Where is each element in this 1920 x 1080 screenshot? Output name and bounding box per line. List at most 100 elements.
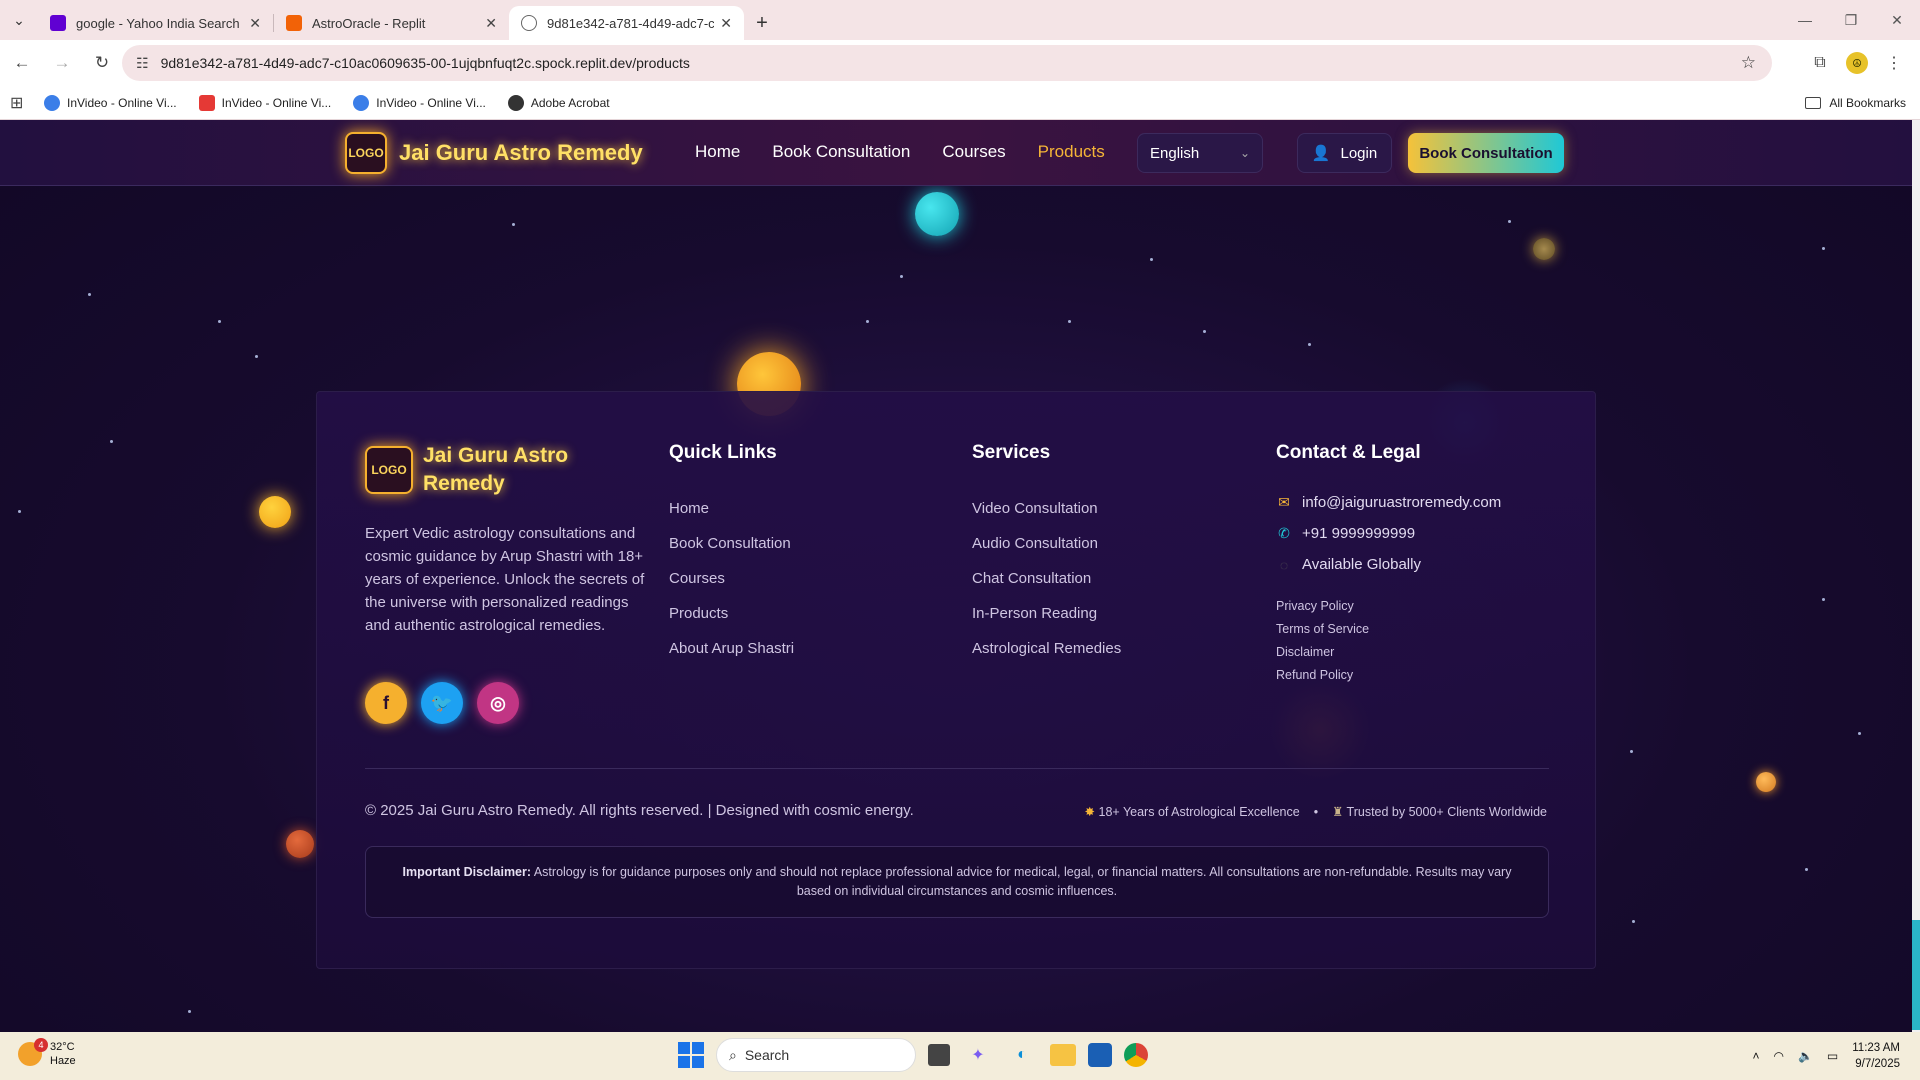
copyright-text: © 2025 Jai Guru Astro Remedy. All rights…: [365, 802, 914, 819]
footer-link-home[interactable]: Home: [669, 500, 794, 517]
contact-column: Contact & Legal ✉ info@jaiguruastroremedy…: [1276, 442, 1501, 682]
browser-tab-active[interactable]: 9d81e342-a781-4d49-adc7-c10 ✕: [509, 6, 744, 40]
legal-link-terms[interactable]: Terms of Service: [1276, 622, 1501, 636]
edge-icon[interactable]: ◐: [1006, 1039, 1038, 1071]
footer-link-courses[interactable]: Courses: [669, 570, 794, 587]
footer-link-about[interactable]: About Arup Shastri: [669, 640, 794, 657]
battery-icon[interactable]: ▭: [1827, 1049, 1838, 1063]
service-link-audio[interactable]: Audio Consultation: [972, 535, 1121, 552]
quick-links-heading: Quick Links: [669, 442, 777, 463]
badge-separator: •: [1313, 804, 1319, 819]
back-icon[interactable]: ←: [4, 45, 40, 81]
chevron-up-icon[interactable]: ˄: [1752, 1049, 1759, 1063]
star-decoration: [110, 440, 113, 443]
browser-toolbar: ← → ↻ ☷ 9d81e342-a781-4d49-adc7-c10ac060…: [0, 40, 1920, 86]
copilot-icon[interactable]: ✦: [962, 1039, 994, 1071]
store-icon[interactable]: [1088, 1043, 1112, 1067]
web-page: LOGO Jai Guru Astro Remedy Home Book Con…: [0, 120, 1912, 1032]
browser-tab-yahoo[interactable]: google - Yahoo India Search Re ✕: [38, 6, 273, 40]
twitter-icon[interactable]: 🐦: [421, 682, 463, 724]
bookmark-item[interactable]: InVideo - Online Vi...: [44, 94, 177, 111]
service-link-video[interactable]: Video Consultation: [972, 500, 1121, 517]
trophy-icon: ♜: [1332, 805, 1344, 819]
minimize-icon[interactable]: —: [1782, 0, 1828, 40]
site-info-icon[interactable]: ☷: [136, 55, 149, 72]
instagram-icon[interactable]: ◎: [477, 682, 519, 724]
star-decoration: [900, 275, 903, 278]
close-tab-icon[interactable]: ✕: [485, 15, 497, 32]
site-brand[interactable]: LOGO Jai Guru Astro Remedy: [345, 132, 643, 174]
bookmarks-bar: ⊞ InVideo - Online Vi... InVideo - Onlin…: [0, 86, 1920, 120]
footer-link-products[interactable]: Products: [669, 605, 794, 622]
service-link-in-person[interactable]: In-Person Reading: [972, 605, 1121, 622]
bookmark-label: InVideo - Online Vi...: [376, 95, 486, 110]
restore-icon[interactable]: ❐: [1828, 0, 1874, 40]
profile-avatar-icon[interactable]: ☮: [1846, 52, 1868, 74]
star-decoration: [218, 320, 221, 323]
extensions-icon[interactable]: ⧉: [1802, 45, 1838, 81]
forward-icon[interactable]: →: [44, 45, 80, 81]
bookmark-star-icon[interactable]: ☆: [1741, 53, 1756, 73]
clock[interactable]: 11:23 AM 9/7/2025: [1852, 1040, 1900, 1072]
bookmark-item[interactable]: Adobe Acrobat: [507, 94, 610, 111]
login-label: Login: [1340, 144, 1378, 162]
login-button[interactable]: 👤 Login: [1297, 133, 1392, 173]
phone-text: +91 9999999999: [1302, 525, 1416, 542]
phone-icon: ✆: [1278, 525, 1290, 541]
language-value: English: [1150, 144, 1200, 162]
new-tab-button[interactable]: +: [744, 6, 780, 40]
legal-link-disclaimer[interactable]: Disclaimer: [1276, 645, 1501, 659]
language-select[interactable]: English ⌄: [1137, 133, 1263, 173]
all-bookmarks-button[interactable]: All Bookmarks: [1805, 96, 1906, 110]
service-link-remedies[interactable]: Astrological Remedies: [972, 640, 1121, 657]
scrollbar-thumb[interactable]: [1912, 920, 1920, 1030]
volume-icon[interactable]: 🔈: [1798, 1049, 1813, 1063]
nav-courses[interactable]: Courses: [942, 142, 1005, 162]
star-decoration: [1632, 920, 1635, 923]
apps-grid-icon[interactable]: ⊞: [10, 93, 30, 113]
nav-book-consultation[interactable]: Book Consultation: [772, 142, 910, 162]
service-link-chat[interactable]: Chat Consultation: [972, 570, 1121, 587]
tab-search-icon[interactable]: ⌄: [0, 0, 38, 40]
taskbar-search[interactable]: ⌕ Search: [716, 1038, 916, 1072]
footer-link-book-consultation[interactable]: Book Consultation: [669, 535, 794, 552]
legal-link-refund[interactable]: Refund Policy: [1276, 668, 1501, 682]
close-tab-icon[interactable]: ✕: [720, 15, 732, 32]
address-bar[interactable]: ☷ 9d81e342-a781-4d49-adc7-c10ac0609635-0…: [122, 45, 1772, 81]
star-decoration: [18, 510, 21, 513]
nav-home[interactable]: Home: [695, 142, 740, 162]
legal-link-privacy[interactable]: Privacy Policy: [1276, 599, 1501, 613]
file-explorer-icon[interactable]: [1050, 1044, 1076, 1066]
globe-favicon-icon: [521, 15, 537, 31]
browser-tab-strip: ⌄ google - Yahoo India Search Re ✕ Astro…: [0, 0, 1920, 40]
star-decoration: [1858, 732, 1861, 735]
task-view-icon[interactable]: [928, 1044, 950, 1066]
contact-phone[interactable]: ✆ +91 9999999999: [1276, 525, 1501, 542]
windows-start-icon[interactable]: [678, 1042, 704, 1068]
contact-email[interactable]: ✉ info@jaiguruastroremedy.com: [1276, 494, 1501, 511]
yahoo-favicon-icon: [50, 15, 66, 31]
chrome-icon[interactable]: [1124, 1043, 1148, 1067]
bookmark-item[interactable]: InVideo - Online Vi...: [353, 94, 486, 111]
star-decoration: [1630, 750, 1633, 753]
services-heading: Services: [972, 442, 1051, 463]
nav-products[interactable]: Products: [1038, 142, 1105, 162]
star-decoration: [512, 223, 515, 226]
close-window-icon[interactable]: ✕: [1874, 0, 1920, 40]
brand-line: Jai Guru Astro: [423, 444, 569, 467]
reload-icon[interactable]: ↻: [84, 45, 120, 81]
planet-decoration: [1533, 238, 1555, 260]
menu-kebab-icon[interactable]: ⋮: [1876, 45, 1912, 81]
browser-tab-replit[interactable]: AstroOracle - Replit ✕: [274, 6, 509, 40]
bookmark-item[interactable]: InVideo - Online Vi...: [198, 94, 331, 111]
social-links: f 🐦 ◎: [365, 682, 519, 724]
tab-title: google - Yahoo India Search Re: [76, 15, 244, 31]
youtube-icon: [198, 94, 215, 111]
close-tab-icon[interactable]: ✕: [249, 15, 261, 32]
notification-badge: 4: [34, 1038, 48, 1052]
book-consultation-button[interactable]: Book Consultation: [1408, 133, 1564, 173]
page-scrollbar[interactable]: [1912, 120, 1920, 1032]
facebook-icon[interactable]: f: [365, 682, 407, 724]
weather-widget[interactable]: 4 32°C Haze: [18, 1038, 76, 1068]
wifi-icon[interactable]: ◠: [1773, 1049, 1783, 1063]
